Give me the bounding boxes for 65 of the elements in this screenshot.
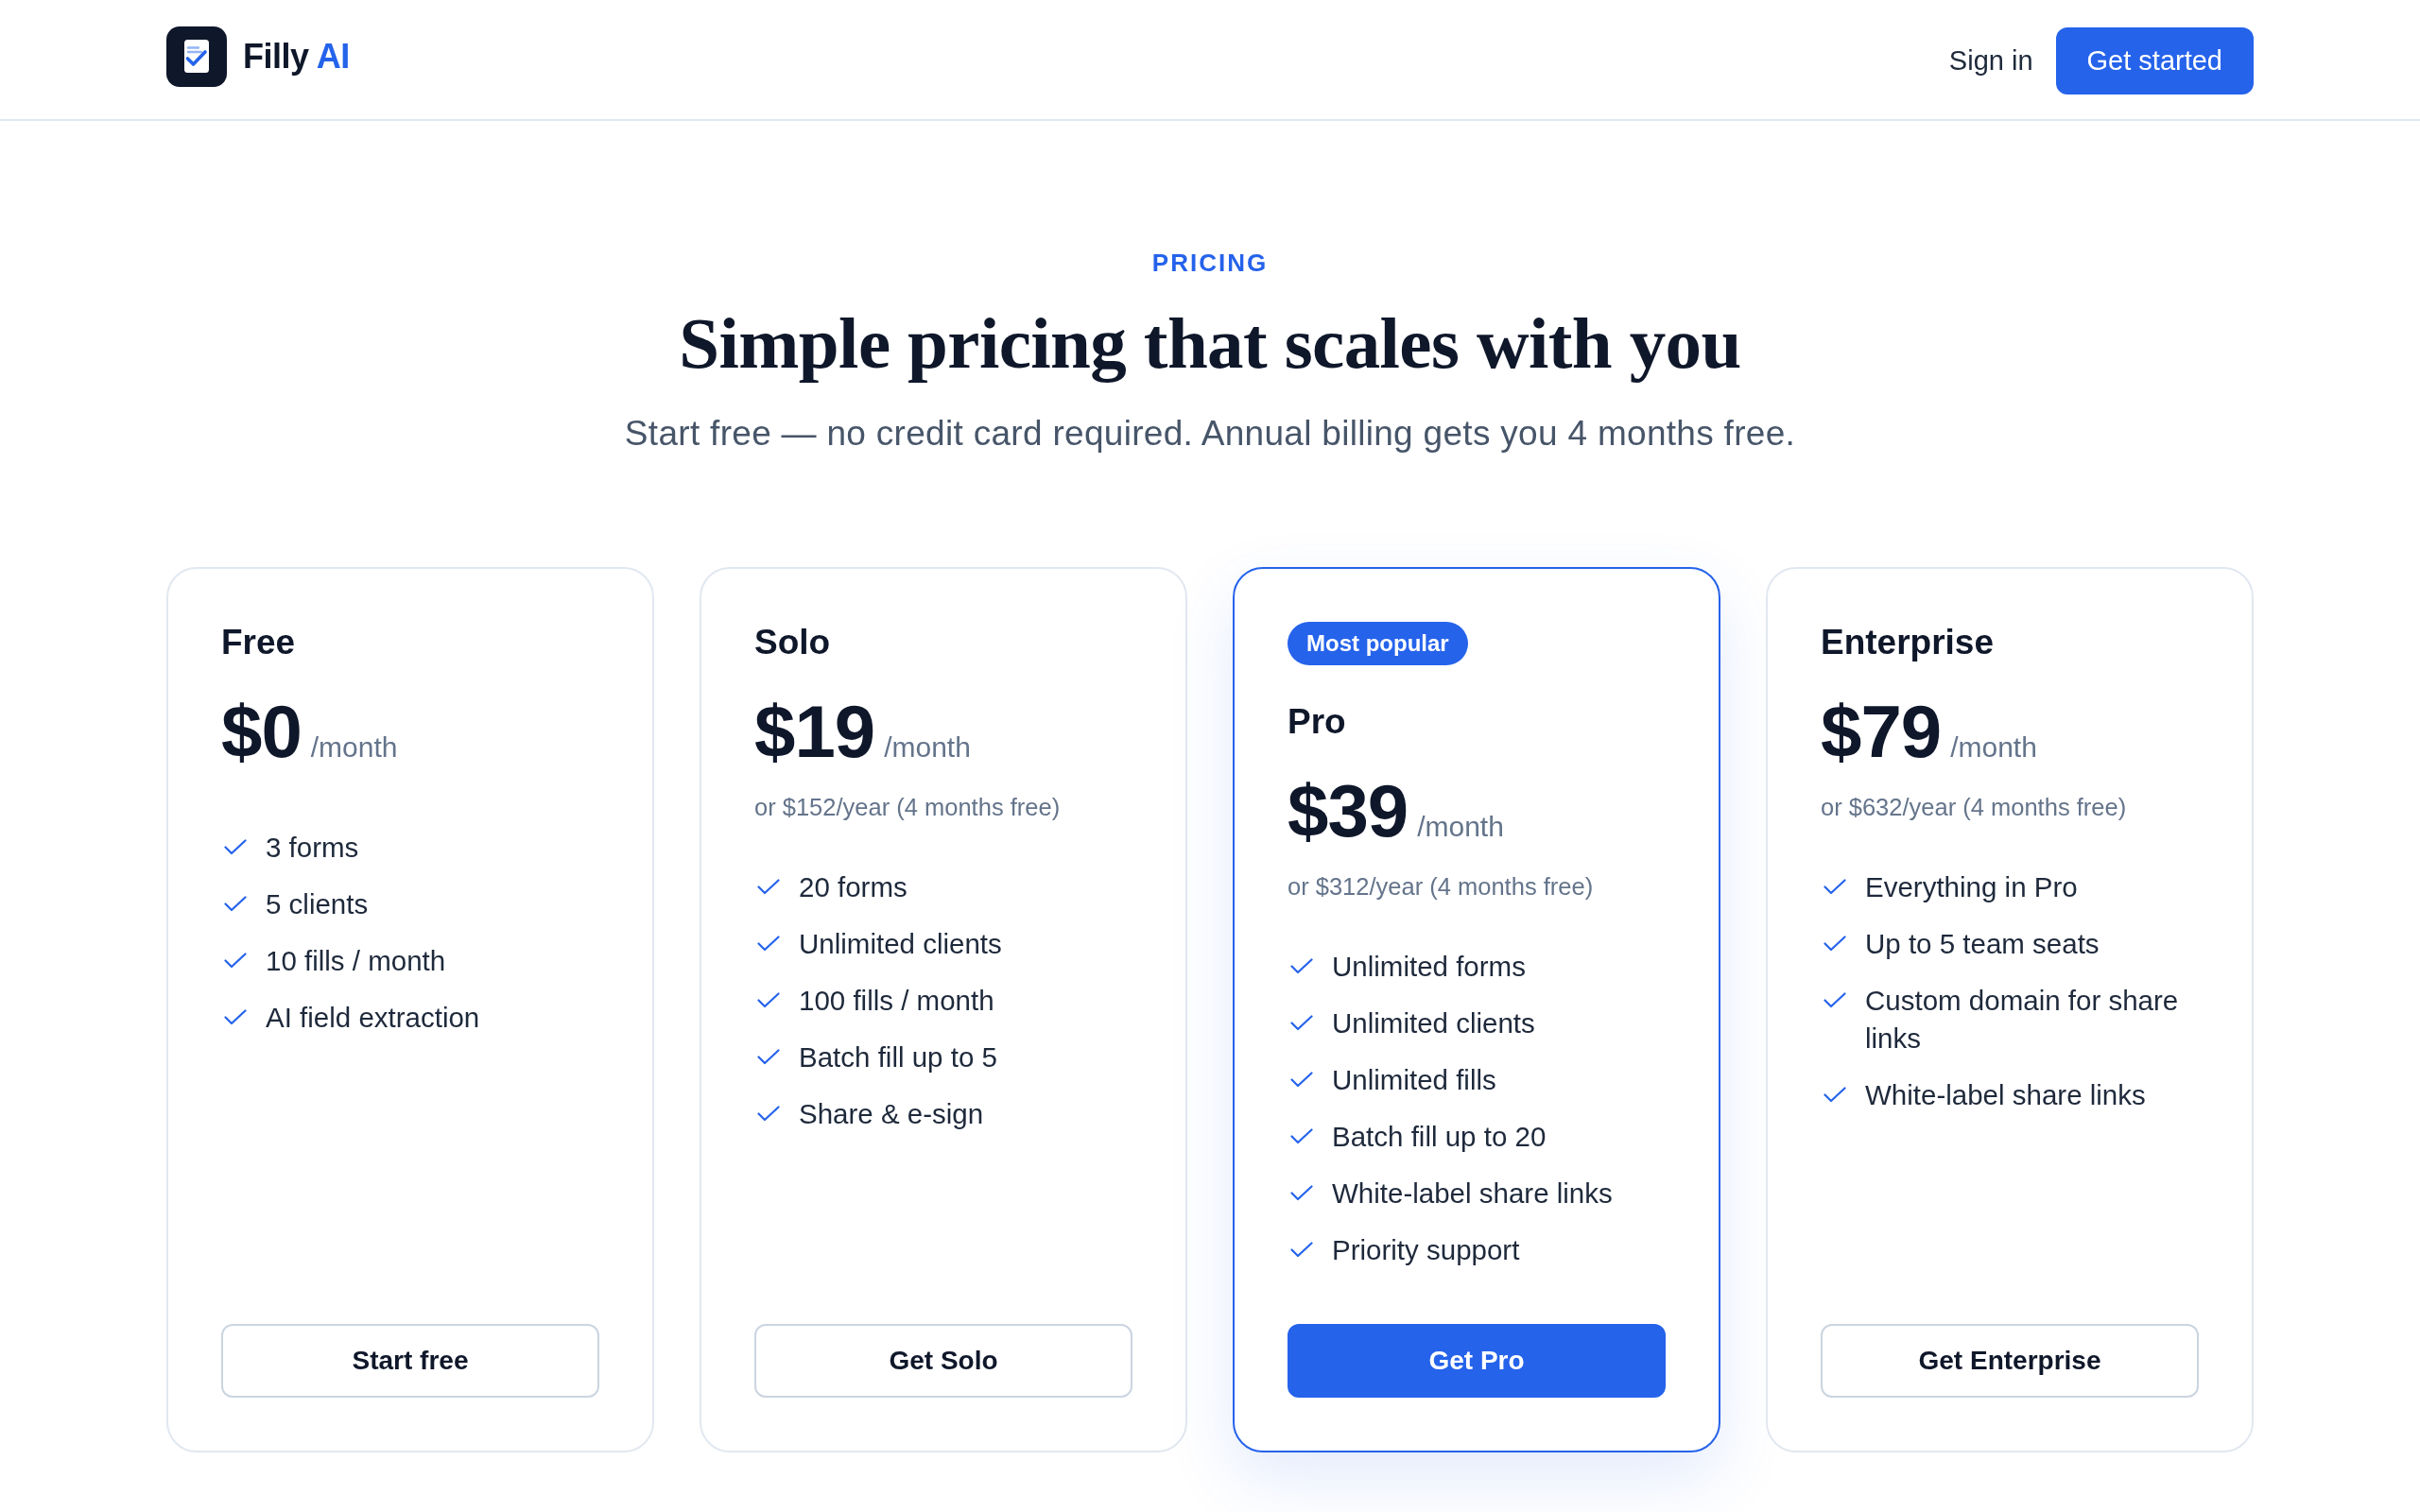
plan-button[interactable]: Get Solo — [754, 1324, 1132, 1398]
check-icon — [1290, 1128, 1313, 1144]
check-icon — [1824, 936, 1846, 952]
price-period: /month — [884, 730, 971, 765]
feature-text: 10 fills / month — [266, 944, 446, 978]
section-eyebrow: PRICING — [1150, 248, 1270, 278]
feature-text: Unlimited clients — [799, 927, 1002, 961]
plan-name: Free — [221, 622, 297, 663]
feature-text: Batch fill up to 5 — [799, 1040, 997, 1074]
plan-price: $79 — [1821, 696, 1942, 767]
get-started-button[interactable]: Get started — [2055, 26, 2254, 94]
page-subtitle: Start free — no credit card required. Annual billing gets you 4 months free. — [623, 413, 1797, 455]
page-title: Simple pricing that scales with you — [678, 303, 1742, 383]
check-icon — [1290, 1185, 1313, 1201]
check-icon — [757, 936, 780, 952]
popular-badge: Most popular — [1288, 622, 1468, 665]
check-icon — [224, 896, 247, 912]
check-icon — [757, 1049, 780, 1065]
plan-name: Enterprise — [1821, 622, 1995, 663]
check-icon — [757, 879, 780, 895]
check-icon — [1290, 1242, 1313, 1258]
check-icon — [757, 1106, 780, 1122]
feature-text: 5 clients — [266, 887, 369, 921]
plan-price: $19 — [754, 696, 875, 767]
brand-name: Filly AI — [243, 37, 350, 77]
feature-text: White-label share links — [1332, 1177, 1613, 1211]
check-icon — [1290, 1015, 1313, 1031]
price-period: /month — [1950, 730, 2037, 765]
feature-text: 20 forms — [799, 870, 908, 904]
check-icon — [1290, 1072, 1313, 1088]
check-icon — [757, 992, 780, 1008]
feature-text: Up to 5 team seats — [1865, 927, 2100, 961]
feature-text: 100 fills / month — [799, 984, 994, 1018]
check-icon — [1824, 1087, 1846, 1103]
feature-text: Custom domain for share links — [1865, 984, 2180, 1056]
plan-price: $39 — [1288, 775, 1409, 847]
document-check-icon — [166, 26, 227, 87]
plan-button[interactable]: Start free — [221, 1324, 599, 1398]
plan-price: $0 — [221, 696, 302, 767]
check-icon — [1824, 992, 1846, 1008]
price-period: /month — [1417, 810, 1504, 844]
feature-text: Batch fill up to 20 — [1332, 1120, 1547, 1154]
plan-name: Pro — [1288, 701, 1347, 743]
annual-price: or $632/year (4 months free) — [1821, 793, 2128, 822]
feature-text: Share & e-sign — [799, 1097, 984, 1131]
feature-text: Unlimited forms — [1332, 950, 1526, 984]
plan-button[interactable]: Get Enterprise — [1821, 1324, 2199, 1398]
feature-text: White-label share links — [1865, 1078, 2146, 1112]
price-period: /month — [310, 730, 398, 765]
feature-text: Priority support — [1332, 1233, 1520, 1267]
annual-price: or $152/year (4 months free) — [754, 793, 1062, 822]
plan-button[interactable]: Get Pro — [1288, 1324, 1666, 1398]
feature-text: Unlimited clients — [1332, 1006, 1535, 1040]
feature-text: AI field extraction — [266, 1001, 480, 1035]
check-icon — [1824, 879, 1846, 895]
check-icon — [1290, 958, 1313, 974]
feature-text: Unlimited fills — [1332, 1063, 1496, 1097]
sign-in-link[interactable]: Sign in — [1948, 44, 2033, 77]
plan-name: Solo — [754, 622, 832, 663]
feature-text: Everything in Pro — [1865, 870, 2078, 904]
annual-price: or $312/year (4 months free) — [1288, 872, 1595, 902]
check-icon — [224, 839, 247, 855]
feature-text: 3 forms — [266, 831, 359, 865]
check-icon — [224, 1009, 247, 1025]
check-icon — [224, 953, 247, 969]
